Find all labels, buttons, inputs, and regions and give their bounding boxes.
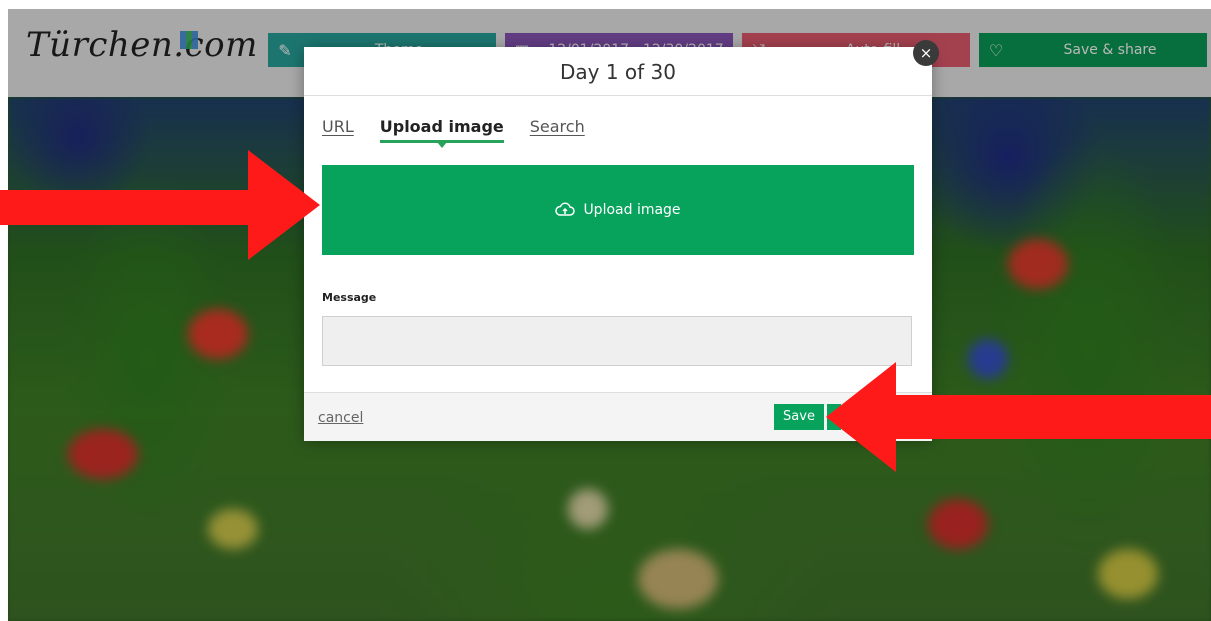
upload-image-label: Upload image <box>583 202 681 218</box>
active-tab-caret <box>436 142 447 148</box>
message-label: Message <box>322 291 377 304</box>
upload-image-button[interactable]: Upload image <box>322 165 914 255</box>
tab-search[interactable]: Search <box>530 117 585 143</box>
save-button[interactable]: Save <box>774 404 824 430</box>
tab-url[interactable]: URL <box>322 117 354 143</box>
message-field[interactable] <box>322 316 912 366</box>
cancel-link[interactable]: cancel <box>318 410 363 426</box>
source-tabs: URL Upload image Search <box>322 117 585 148</box>
tab-upload-image[interactable]: Upload image <box>379 117 504 148</box>
left-arrow-annotation <box>0 150 320 260</box>
left-arrow-shape <box>0 150 320 260</box>
tab-upload-image-label: Upload image <box>379 117 504 136</box>
right-arrow-annotation <box>826 362 1211 472</box>
modal-title: Day 1 of 30 <box>304 47 932 96</box>
cloud-upload-icon <box>555 202 576 216</box>
right-arrow-shape <box>826 362 1211 472</box>
close-modal-button[interactable]: × <box>913 40 939 66</box>
